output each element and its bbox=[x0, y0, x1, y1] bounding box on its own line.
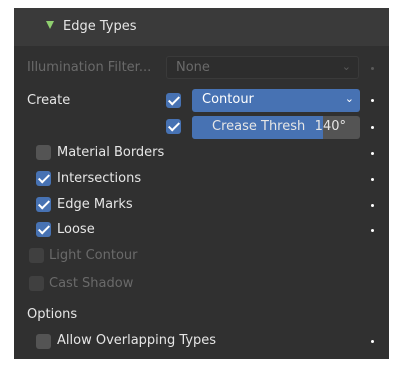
illumination-filter-select: None ⌄ bbox=[166, 56, 359, 79]
keyframe-dot-icon[interactable] bbox=[371, 204, 374, 207]
options-heading: Options bbox=[27, 307, 78, 322]
crease-checkbox[interactable] bbox=[166, 119, 181, 134]
crease-threshold-label: Crease Thresh bbox=[212, 119, 306, 134]
create-label: Create bbox=[27, 93, 71, 108]
contour-value: Contour bbox=[202, 92, 254, 107]
keyframe-dot-icon[interactable] bbox=[371, 99, 374, 102]
keyframe-dot-icon[interactable] bbox=[371, 340, 374, 343]
light-contour-label: Light Contour bbox=[49, 248, 138, 263]
keyframe-dot-icon bbox=[371, 67, 374, 70]
edge-marks-checkbox[interactable] bbox=[36, 197, 51, 212]
triangle-down-icon[interactable] bbox=[46, 21, 54, 29]
loose-label[interactable]: Loose bbox=[57, 222, 95, 237]
keyframe-dot-icon[interactable] bbox=[371, 152, 374, 155]
contour-checkbox[interactable] bbox=[166, 93, 181, 108]
crease-threshold-slider[interactable]: Crease Thresh 140° bbox=[192, 116, 360, 139]
crease-threshold-value: 140° bbox=[314, 119, 346, 134]
edge-types-panel: Edge Types Illumination Filter... None ⌄… bbox=[14, 8, 389, 359]
keyframe-dot-icon[interactable] bbox=[371, 178, 374, 181]
allow-overlapping-checkbox[interactable] bbox=[36, 334, 51, 349]
material-borders-label[interactable]: Material Borders bbox=[57, 145, 164, 160]
contour-select[interactable]: Contour ⌄ bbox=[192, 89, 360, 112]
edge-marks-label[interactable]: Edge Marks bbox=[57, 197, 133, 212]
panel-title: Edge Types bbox=[63, 19, 137, 34]
keyframe-dot-icon[interactable] bbox=[371, 229, 374, 232]
cast-shadow-label: Cast Shadow bbox=[49, 276, 134, 291]
light-contour-checkbox bbox=[29, 248, 44, 263]
allow-overlapping-label[interactable]: Allow Overlapping Types bbox=[57, 333, 216, 348]
chevron-down-icon: ⌄ bbox=[344, 92, 354, 105]
loose-checkbox[interactable] bbox=[36, 222, 51, 237]
intersections-label[interactable]: Intersections bbox=[57, 171, 141, 186]
keyframe-dot-icon[interactable] bbox=[371, 126, 374, 129]
illumination-filter-label: Illumination Filter... bbox=[27, 60, 152, 75]
material-borders-checkbox[interactable] bbox=[36, 145, 51, 160]
cast-shadow-checkbox bbox=[29, 276, 44, 291]
intersections-checkbox[interactable] bbox=[36, 171, 51, 186]
illumination-filter-value: None bbox=[176, 60, 210, 75]
chevron-down-icon: ⌄ bbox=[341, 60, 351, 73]
panel-header[interactable]: Edge Types bbox=[14, 8, 389, 46]
